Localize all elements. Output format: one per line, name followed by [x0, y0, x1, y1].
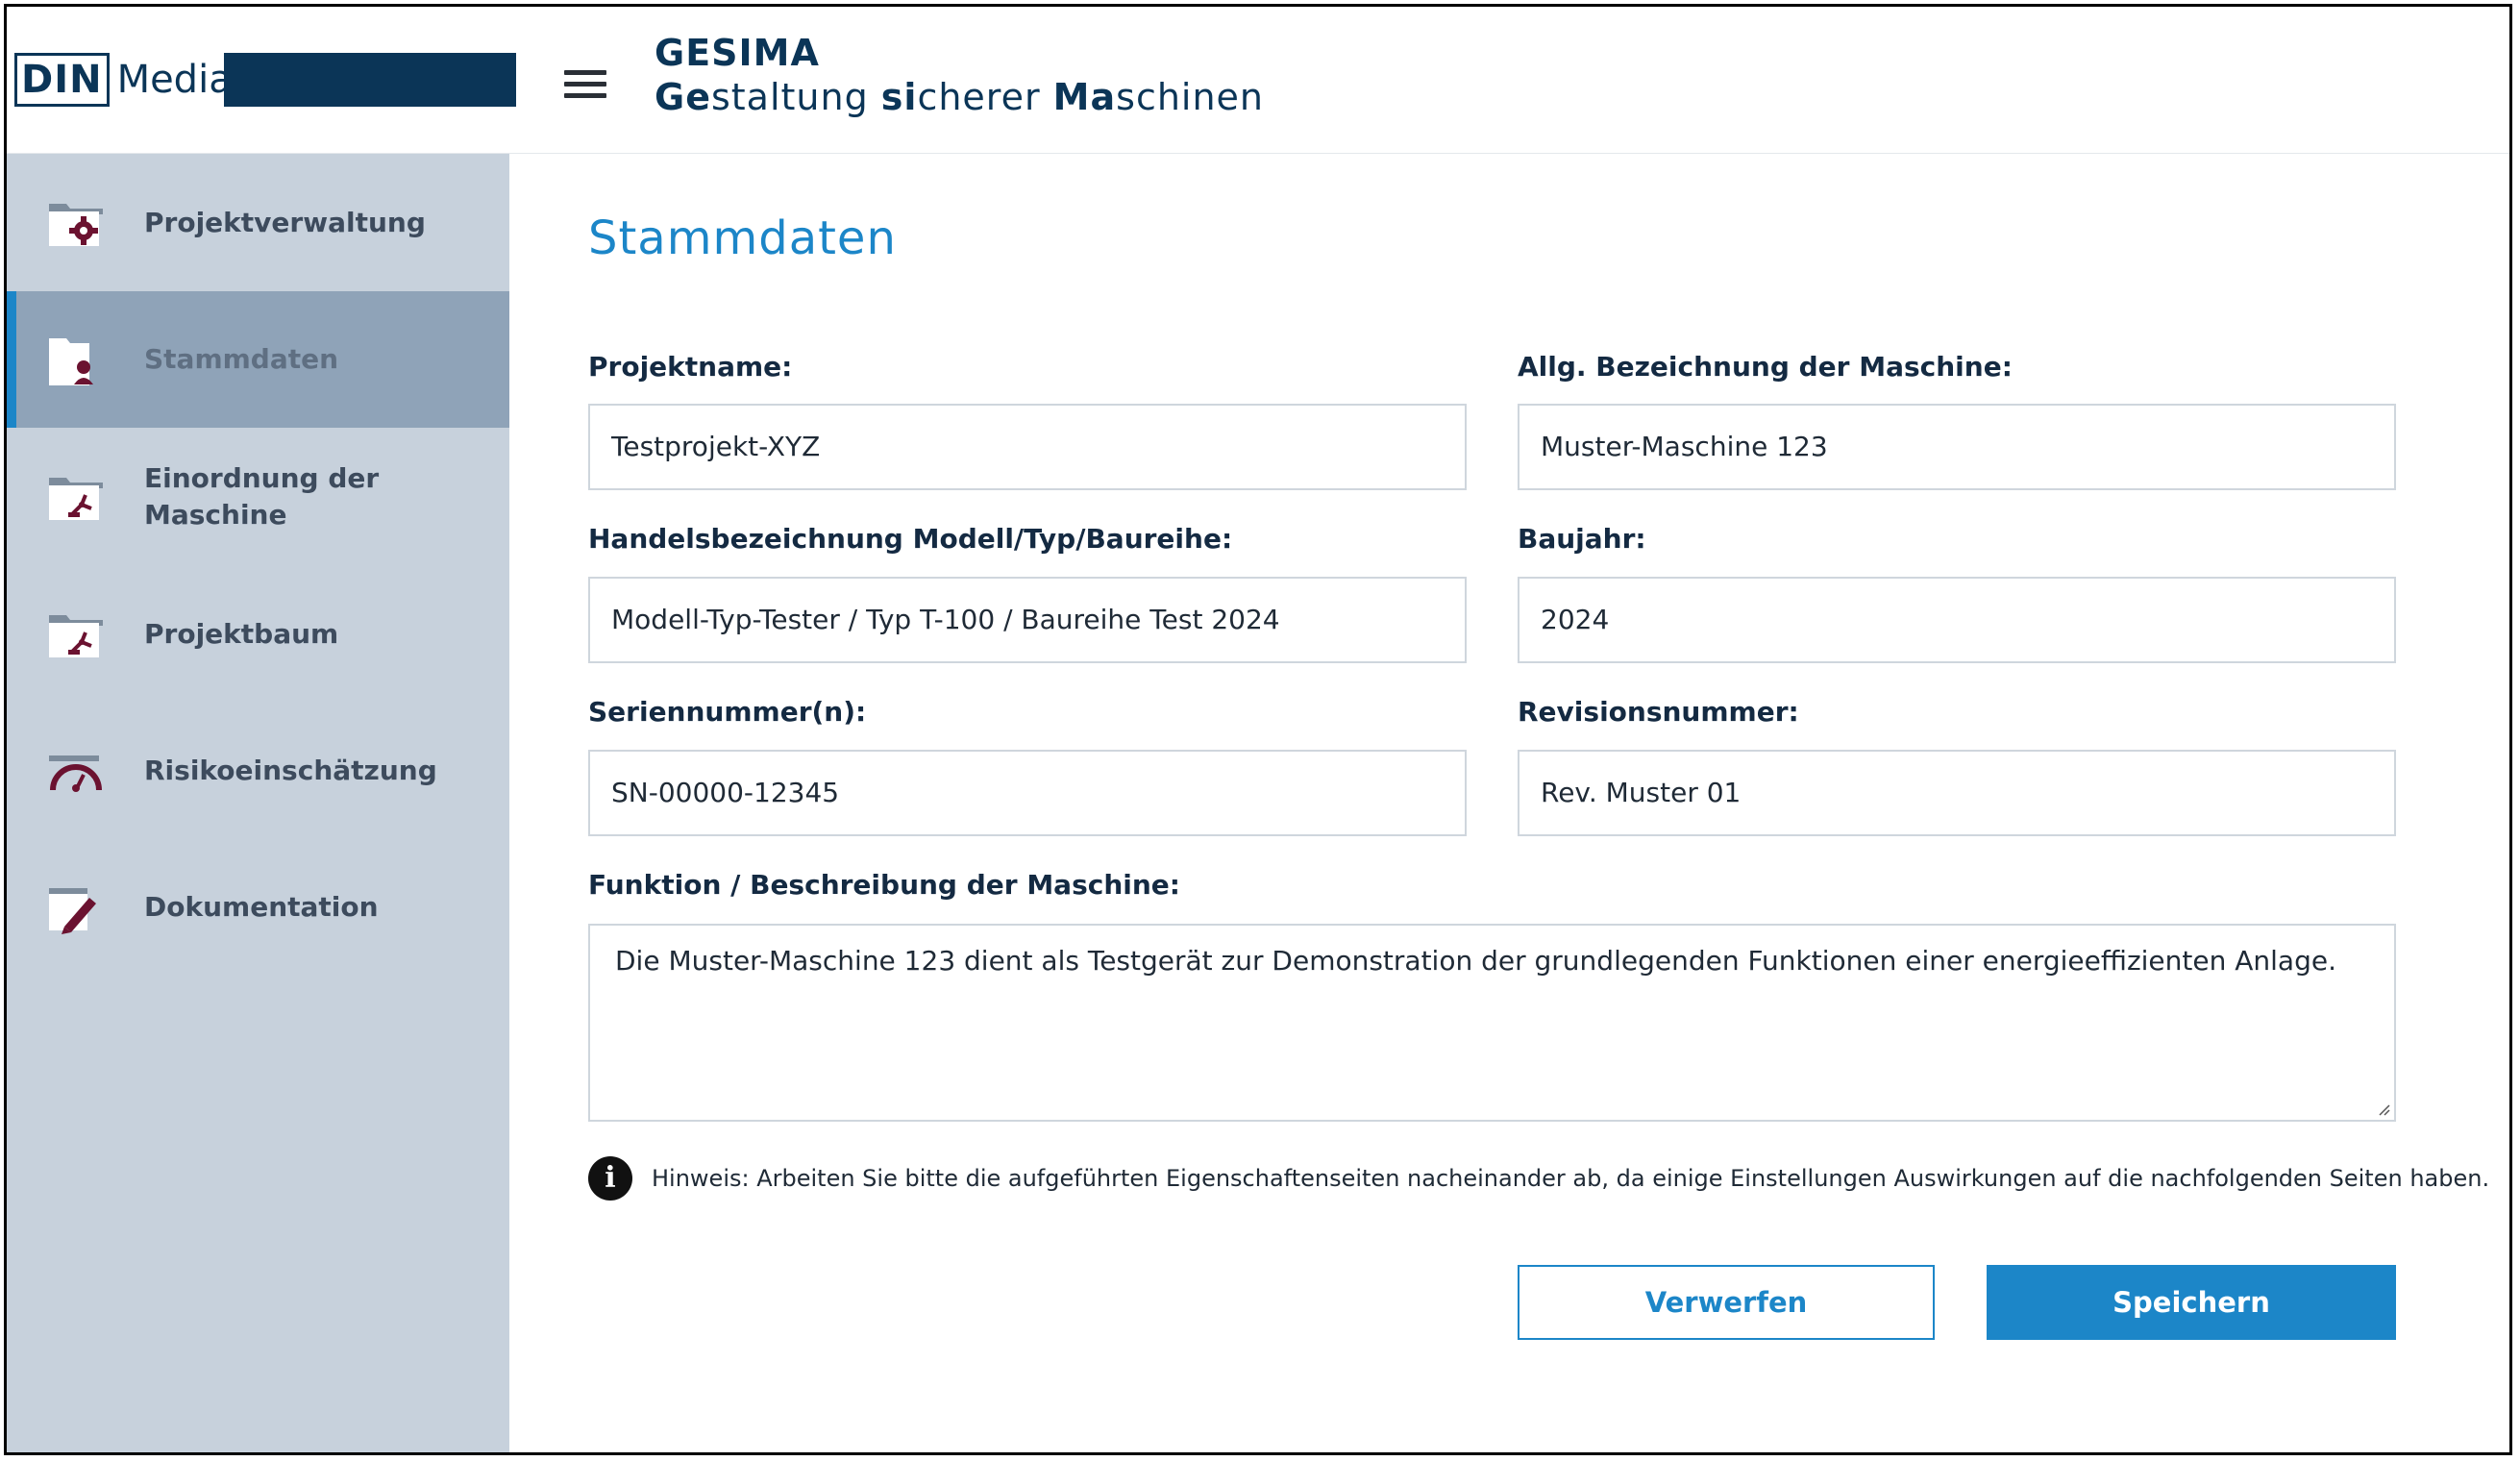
sidebar-item-projektverwaltung[interactable]: Projektverwaltung [7, 155, 509, 291]
handelsbezeichnung-input[interactable]: Modell-Typ-Tester / Typ T-100 / Baureihe… [588, 577, 1467, 663]
folder-gear-icon [49, 204, 103, 246]
sidebar-item-label: Einordnung der Maschine [144, 462, 380, 531]
sidebar-item-label: Dokumentation [144, 891, 379, 923]
app-header: DIN Media GESIMA Gestaltung sicherer Mas… [7, 7, 2509, 155]
revisionsnummer-label: Revisionsnummer: [1518, 696, 1799, 728]
sidebar-item-risikoeinschaetzung[interactable]: Risikoeinschätzung [7, 703, 509, 839]
logo-din-text: DIN [14, 53, 110, 107]
menu-toggle-icon[interactable] [564, 70, 606, 99]
main-content: Stammdaten Projektname: Testprojekt-XYZ … [509, 154, 2509, 1452]
sidebar-item-label: Risikoeinschätzung [144, 755, 437, 786]
page-title: Stammdaten [588, 211, 897, 265]
info-icon: i [588, 1156, 632, 1201]
hint-row: i Hinweis: Arbeiten Sie bitte die aufgef… [588, 1156, 2489, 1201]
revisionsnummer-input[interactable]: Rev. Muster 01 [1518, 750, 2396, 836]
discard-button[interactable]: Verwerfen [1518, 1265, 1935, 1340]
sidebar-item-label: Projektbaum [144, 618, 339, 650]
folder-robot-arm-icon [49, 615, 103, 657]
sidebar-item-label: Projektverwaltung [144, 207, 426, 238]
funktion-text: Die Muster-Maschine 123 dient als Testge… [615, 945, 2336, 977]
din-media-logo: DIN Media [14, 53, 516, 107]
funktion-label: Funktion / Beschreibung der Maschine: [588, 869, 1180, 901]
seriennummer-label: Seriennummer(n): [588, 696, 867, 728]
logo-media-text: Media [116, 58, 233, 102]
logo-bar [224, 53, 516, 107]
gauge-icon [49, 755, 102, 792]
save-button[interactable]: Speichern [1987, 1265, 2396, 1340]
baujahr-input[interactable]: 2024 [1518, 577, 2396, 663]
bezeichnung-input[interactable]: Muster-Maschine 123 [1518, 404, 2396, 490]
projektname-input[interactable]: Testprojekt-XYZ [588, 404, 1467, 490]
app-name: GESIMA [655, 32, 820, 74]
projektname-label: Projektname: [588, 351, 793, 383]
baujahr-label: Baujahr: [1518, 523, 1646, 555]
sidebar-item-label: Stammdaten [144, 343, 339, 375]
handelsbezeichnung-label: Handelsbezeichnung Modell/Typ/Baureihe: [588, 523, 1233, 555]
bezeichnung-label: Allg. Bezeichnung der Maschine: [1518, 351, 2013, 383]
funktion-textarea[interactable]: Die Muster-Maschine 123 dient als Testge… [588, 924, 2396, 1122]
document-pen-icon [49, 888, 96, 934]
sidebar-item-stammdaten[interactable]: Stammdaten [7, 291, 509, 428]
sidebar-item-dokumentation[interactable]: Dokumentation [7, 839, 509, 976]
folder-robot-arm-icon [49, 478, 103, 520]
seriennummer-input[interactable]: SN-00000-12345 [588, 750, 1467, 836]
folder-user-icon [49, 338, 93, 385]
hint-text: Hinweis: Arbeiten Sie bitte die aufgefüh… [652, 1165, 2490, 1192]
sidebar-item-einordnung[interactable]: Einordnung der Maschine [7, 429, 509, 565]
sidebar-item-projektbaum[interactable]: Projektbaum [7, 566, 509, 703]
app-subtitle: Gestaltung sicherer Maschinen [655, 76, 1265, 118]
sidebar-nav: Projektverwaltung Stammdaten Einordnung … [7, 154, 509, 1452]
app-title: GESIMA Gestaltung sicherer Maschinen [655, 32, 1264, 118]
app-window: DIN Media GESIMA Gestaltung sicherer Mas… [4, 4, 2512, 1455]
resize-handle-icon[interactable] [2375, 1101, 2390, 1116]
